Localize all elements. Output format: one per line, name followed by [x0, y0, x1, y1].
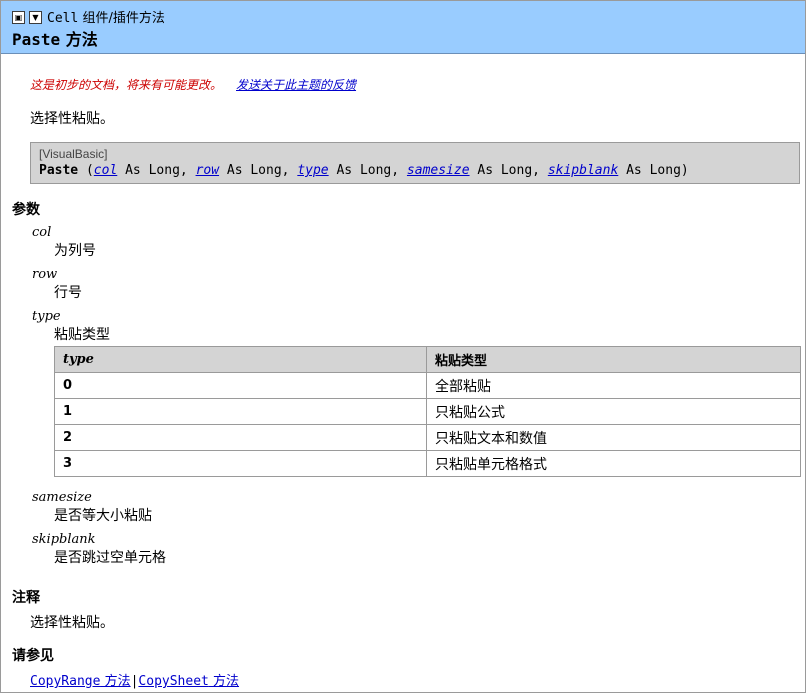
table-header-row: type 粘贴类型 — [54, 346, 801, 373]
summary-text: 选择性粘贴。 — [30, 111, 114, 127]
syntax-as-long: As Long, — [117, 163, 196, 178]
see-also-links: CopyRange 方法|CopySheet 方法 — [30, 670, 239, 689]
syntax-param-skipblank[interactable]: skipblank — [548, 163, 618, 178]
param-name-type: type — [32, 309, 61, 324]
table-row: 3 只粘贴单元格格式 — [54, 450, 801, 477]
page-title-text: 方法 — [60, 30, 98, 49]
feedback-link[interactable]: 发送关于此主题的反馈 — [236, 78, 356, 92]
syntax-as-long: As Long, — [469, 163, 548, 178]
type-description: 全部粘贴 — [426, 372, 801, 399]
copysheet-link[interactable]: CopySheet 方法 — [138, 674, 239, 689]
syntax-language: [VisualBasic] — [39, 147, 108, 161]
copyrange-link-code[interactable]: CopyRange — [30, 674, 100, 689]
param-name-row: row — [32, 267, 58, 282]
param-desc-row: 行号 — [54, 285, 82, 301]
breadcrumb-code: Cell — [47, 11, 79, 26]
copyrange-link-text[interactable]: 方法 — [100, 674, 131, 689]
page-title: Paste 方法 — [12, 26, 98, 50]
param-desc-col: 为列号 — [54, 243, 96, 259]
copysheet-link-code[interactable]: CopySheet — [138, 674, 208, 689]
preliminary-note: 这是初步的文档，将来有可能更改。 发送关于此主题的反馈 — [30, 76, 356, 93]
type-description: 只粘贴公式 — [426, 398, 801, 425]
param-desc-samesize: 是否等大小粘贴 — [54, 508, 152, 524]
column-header-type: type — [54, 346, 427, 373]
preliminary-text: 这是初步的文档，将来有可能更改。 — [30, 78, 223, 92]
table-row: 2 只粘贴文本和数值 — [54, 424, 801, 451]
type-values-table: type 粘贴类型 0 全部粘贴 1 只粘贴公式 2 只粘贴文本和数值 3 只粘… — [54, 346, 801, 477]
syntax-param-type[interactable]: type — [297, 163, 328, 178]
copyrange-link[interactable]: CopyRange 方法 — [30, 674, 131, 689]
language-filter-icon[interactable]: ▼ — [29, 11, 42, 24]
syntax-as-long: As Long, — [328, 163, 407, 178]
column-header-paste-type: 粘贴类型 — [426, 346, 801, 373]
syntax-param-col[interactable]: col — [94, 163, 117, 178]
syntax-as-long: As Long, — [219, 163, 298, 178]
type-value: 2 — [54, 424, 427, 451]
param-name-col: col — [32, 225, 52, 240]
syntax-method: Paste — [39, 163, 79, 178]
syntax-as-long-last: As Long) — [618, 163, 689, 178]
param-name-samesize: samesize — [32, 490, 92, 505]
type-description: 只粘贴单元格格式 — [426, 450, 801, 477]
copysheet-link-text[interactable]: 方法 — [209, 674, 239, 689]
type-value: 3 — [54, 450, 427, 477]
table-row: 1 只粘贴公式 — [54, 398, 801, 425]
param-desc-type: 粘贴类型 — [54, 327, 110, 343]
syntax-param-row[interactable]: row — [196, 163, 219, 178]
syntax-block: [VisualBasic] Paste (col As Long, row As… — [30, 142, 800, 184]
type-description: 只粘贴文本和数值 — [426, 424, 801, 451]
help-window: ▣ ▼ Cell 组件/插件方法 Paste 方法 这是初步的文档，将来有可能更… — [0, 0, 806, 693]
syntax-code: Paste (col As Long, row As Long, type As… — [39, 163, 689, 178]
remarks-text: 选择性粘贴。 — [30, 615, 114, 631]
params-heading: 参数 — [12, 202, 40, 218]
syntax-param-samesize[interactable]: samesize — [407, 163, 470, 178]
type-value: 1 — [54, 398, 427, 425]
remarks-heading: 注释 — [12, 590, 40, 606]
param-name-skipblank: skipblank — [32, 532, 96, 547]
syntax-open-paren: ( — [78, 163, 94, 178]
param-desc-skipblank: 是否跳过空单元格 — [54, 550, 166, 566]
breadcrumb: Cell 组件/插件方法 — [47, 7, 165, 26]
page-title-code: Paste — [12, 30, 61, 49]
table-row: 0 全部粘贴 — [54, 372, 801, 399]
collapse-all-icon[interactable]: ▣ — [12, 11, 25, 24]
see-also-heading: 请参见 — [12, 648, 54, 664]
topic-header: ▣ ▼ Cell 组件/插件方法 Paste 方法 — [1, 1, 805, 54]
type-value: 0 — [54, 372, 427, 399]
breadcrumb-text: 组件/插件方法 — [78, 11, 165, 26]
